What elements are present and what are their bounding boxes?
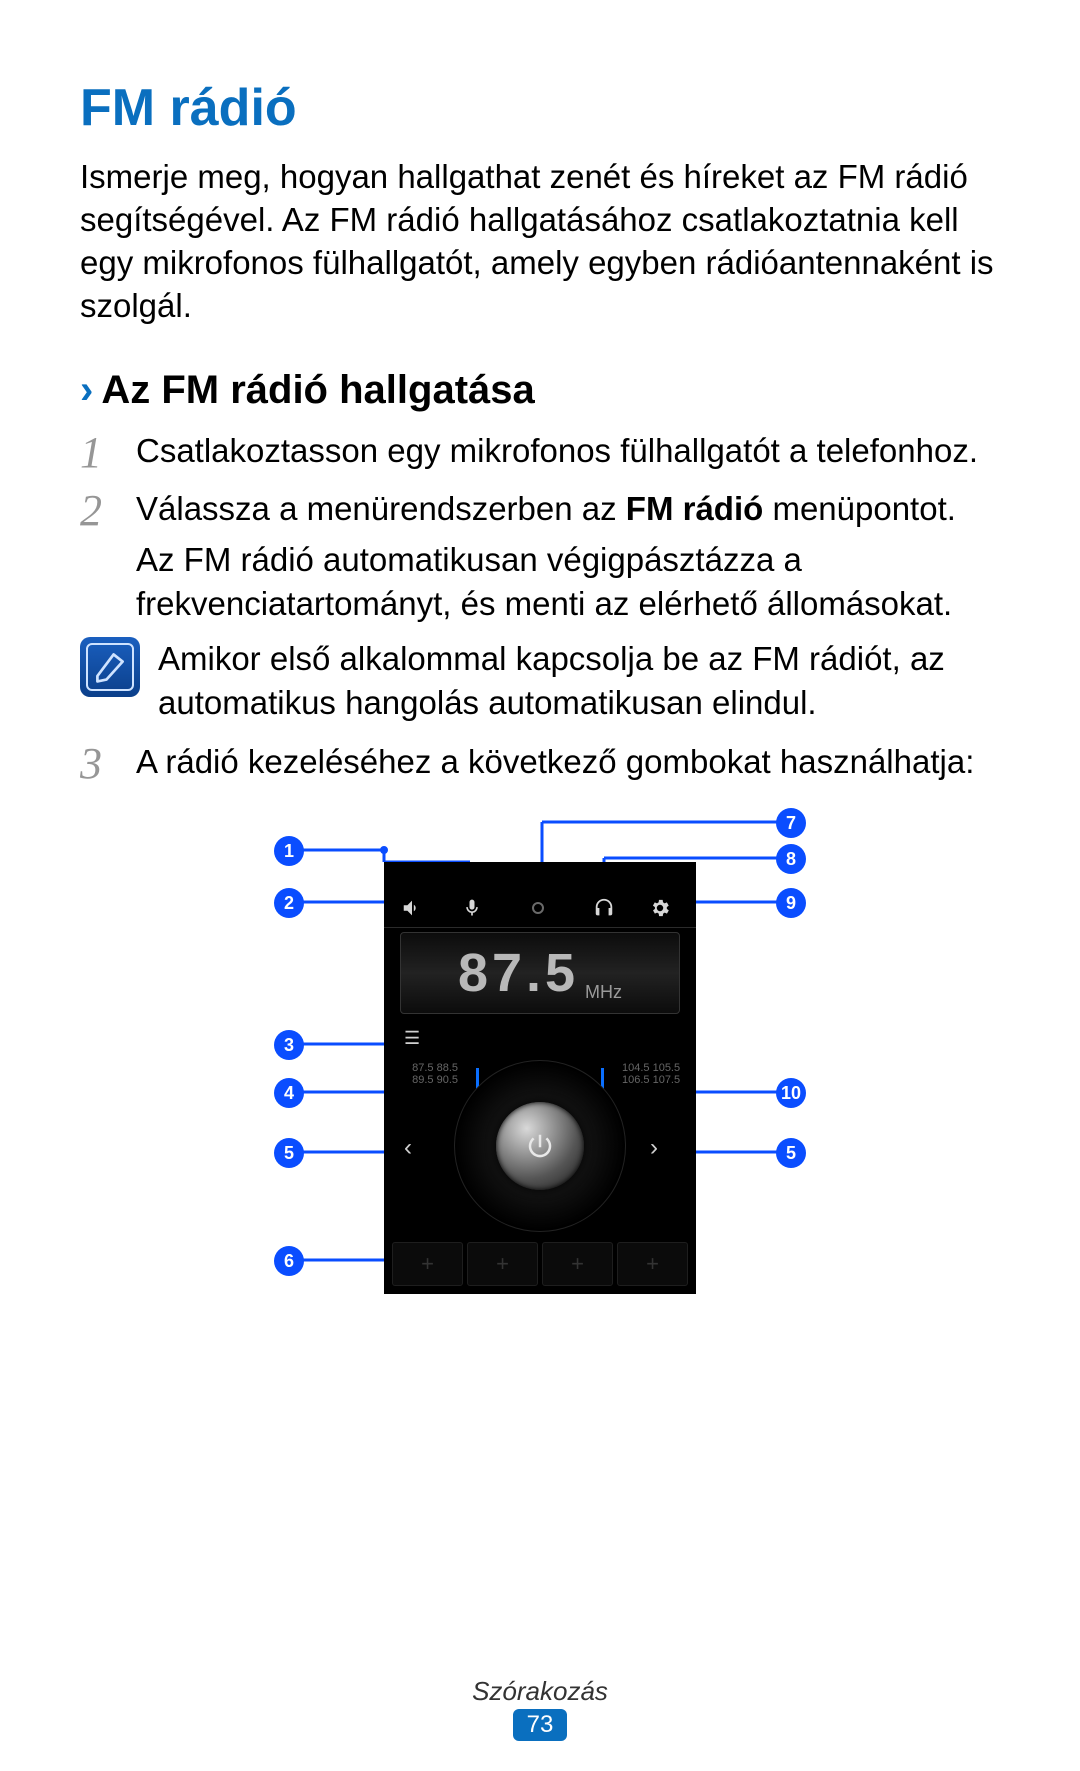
step-2: 2 Válassza a menürendszerben az FM rádió… bbox=[80, 487, 1000, 627]
intro-text: Ismerje meg, hogyan hallgathat zenét és … bbox=[80, 156, 1000, 328]
settings-icon[interactable] bbox=[646, 894, 674, 922]
step-text: Csatlakoztasson egy mikrofonos fülhallga… bbox=[136, 429, 1000, 474]
note-callout: Amikor első alkalommal kapcsolja be az F… bbox=[80, 637, 1000, 726]
page-number: 73 bbox=[513, 1709, 568, 1741]
fm-radio-screen: 87.5 MHz ☰ 87.5 88.5 89.5 90.5 104.5 105… bbox=[384, 862, 696, 1294]
step-3: 3 A rádió kezeléséhez a következő gombok… bbox=[80, 740, 1000, 788]
step-number: 3 bbox=[80, 740, 136, 788]
step-text: Válassza a menürendszerben az FM rádió m… bbox=[136, 487, 1000, 532]
step-text-secondary: Az FM rádió automatikusan végigpásztázza… bbox=[136, 538, 1000, 627]
callout-5-left: 5 bbox=[274, 1138, 304, 1168]
callout-7: 7 bbox=[776, 808, 806, 838]
page-title: FM rádió bbox=[80, 78, 1000, 138]
callout-4: 4 bbox=[274, 1078, 304, 1108]
headphones-icon[interactable] bbox=[590, 894, 618, 922]
preset-slot[interactable]: + bbox=[617, 1242, 688, 1286]
frequency-display: 87.5 MHz bbox=[400, 932, 680, 1014]
seek-next-button[interactable]: › bbox=[650, 1134, 676, 1162]
callout-9: 9 bbox=[776, 888, 806, 918]
station-list-icon[interactable]: ☰ bbox=[404, 1028, 420, 1049]
callout-10: 10 bbox=[776, 1078, 806, 1108]
preset-slot[interactable]: + bbox=[392, 1242, 463, 1286]
note-text: Amikor első alkalommal kapcsolja be az F… bbox=[158, 637, 1000, 726]
step-number: 1 bbox=[80, 429, 136, 477]
step-number: 2 bbox=[80, 487, 136, 627]
frequency-value: 87.5 bbox=[458, 942, 579, 1004]
callout-1: 1 bbox=[274, 836, 304, 866]
radio-diagram: 1 2 3 4 5 5 6 7 8 9 10 bbox=[220, 802, 860, 1322]
microphone-icon[interactable] bbox=[458, 894, 486, 922]
step-1: 1 Csatlakoztasson egy mikrofonos fülhall… bbox=[80, 429, 1000, 477]
seek-prev-button[interactable]: ‹ bbox=[404, 1134, 430, 1162]
sub-heading: › Az FM rádió hallgatása bbox=[80, 368, 1000, 413]
volume-icon[interactable] bbox=[398, 894, 426, 922]
callout-6: 6 bbox=[274, 1246, 304, 1276]
power-button[interactable] bbox=[496, 1102, 584, 1190]
frequency-unit: MHz bbox=[585, 982, 622, 1013]
note-icon bbox=[80, 637, 140, 697]
chevron-right-icon: › bbox=[80, 368, 93, 413]
sub-heading-text: Az FM rádió hallgatása bbox=[101, 368, 534, 413]
step-text: A rádió kezeléséhez a következő gombokat… bbox=[136, 740, 1000, 785]
preset-slot[interactable]: + bbox=[542, 1242, 613, 1286]
callout-8: 8 bbox=[776, 844, 806, 874]
record-icon[interactable] bbox=[526, 894, 550, 922]
callout-2: 2 bbox=[274, 888, 304, 918]
callout-5-right: 5 bbox=[776, 1138, 806, 1168]
callout-3: 3 bbox=[274, 1030, 304, 1060]
preset-slot[interactable]: + bbox=[467, 1242, 538, 1286]
footer-section: Szórakozás bbox=[0, 1676, 1080, 1707]
preset-bar: + + + + bbox=[392, 1242, 688, 1286]
